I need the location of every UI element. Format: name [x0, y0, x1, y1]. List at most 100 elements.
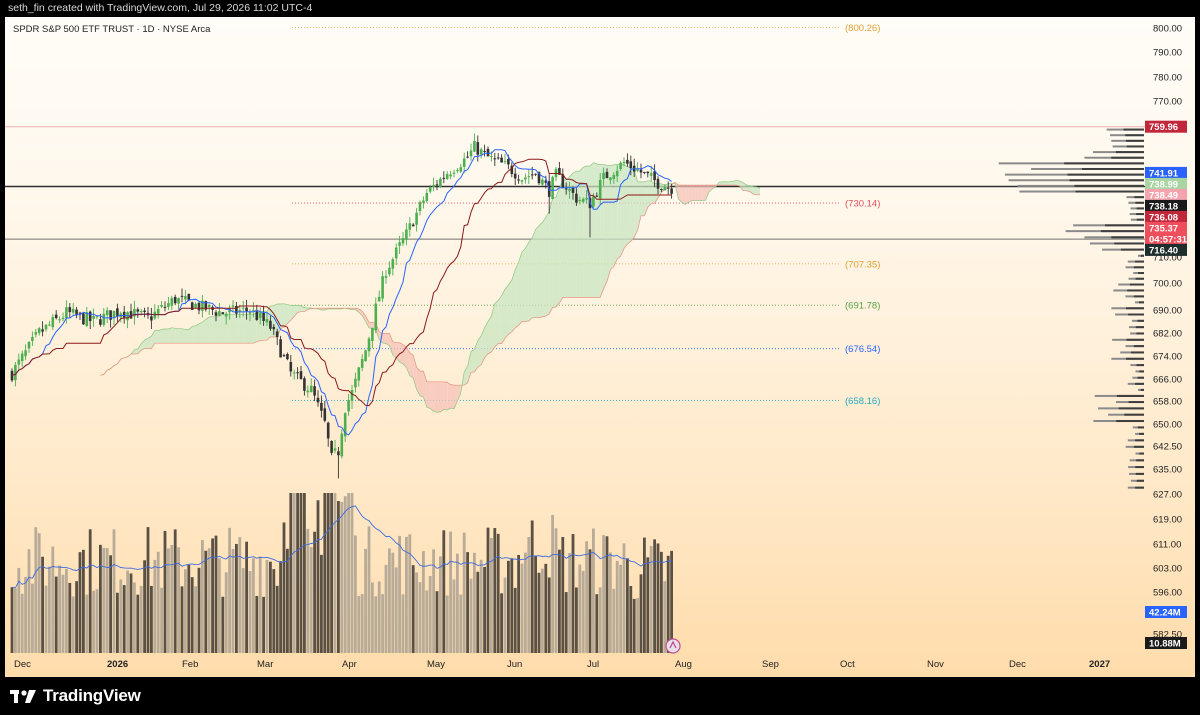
- volume-bar: [449, 531, 452, 653]
- candle-body: [592, 196, 595, 207]
- time-tick-label: Sep: [762, 659, 779, 670]
- cloud-segment: [579, 167, 584, 298]
- profile-bar-dark: [1133, 345, 1144, 348]
- cloud-segment: [477, 336, 482, 367]
- candle-body: [517, 179, 520, 181]
- profile-bar-dark: [1120, 248, 1144, 251]
- candle-body: [105, 310, 109, 316]
- price-tick-label: 666.00: [1153, 375, 1182, 386]
- volume-bar: [99, 544, 102, 653]
- price-tick-label: 800.00: [1153, 24, 1182, 35]
- candle-body: [139, 310, 143, 313]
- price-tick-label: 780.00: [1153, 73, 1182, 84]
- candle-body: [289, 361, 293, 372]
- profile-bar-dark: [1136, 459, 1144, 462]
- profile-bar-dark: [1105, 224, 1144, 227]
- profile-bar-dark: [1135, 201, 1144, 204]
- volume-bar: [394, 567, 398, 653]
- candle-body: [313, 386, 316, 396]
- candle-body: [282, 355, 286, 357]
- volume-bar: [462, 532, 466, 653]
- candle-body: [476, 142, 480, 155]
- level-label: (658.16): [845, 396, 880, 407]
- volume-bar: [289, 493, 293, 653]
- candle-body: [218, 311, 221, 316]
- volume-bar: [513, 587, 517, 653]
- volume-bar: [163, 530, 167, 653]
- volume-bar: [109, 555, 112, 653]
- candle-body: [262, 312, 265, 321]
- candle-body: [112, 310, 116, 318]
- candle-body: [48, 324, 51, 326]
- chart-area[interactable]: (800.26) (730.14) (707.35) (691.78) (676.54)…: [5, 17, 1195, 677]
- price-badge: 738.49: [1145, 188, 1187, 201]
- volume-bar: [153, 559, 157, 653]
- candle-body: [360, 358, 364, 368]
- footer-bar: TradingView: [0, 677, 1200, 715]
- profile-bar-dark: [1135, 326, 1144, 329]
- candle-body: [534, 173, 537, 175]
- cloud-segment: [433, 381, 437, 413]
- cloud-segment: [607, 165, 611, 282]
- volume-bar: [34, 527, 38, 653]
- volume-bar: [575, 587, 578, 653]
- cloud-segment: [545, 211, 550, 317]
- cloud-segment: [498, 295, 502, 344]
- cloud-segment: [471, 349, 475, 373]
- chart-svg[interactable]: (800.26) (730.14) (707.35) (691.78) (676.54)…: [5, 17, 1195, 677]
- volume-bar: [129, 573, 133, 653]
- volume-bar: [554, 528, 558, 653]
- cloud-segment: [222, 314, 227, 344]
- candle-body: [656, 178, 660, 189]
- volume-bar: [425, 590, 429, 653]
- volume-bar: [384, 564, 388, 653]
- candle-body: [653, 171, 656, 181]
- cloud-segment: [698, 185, 703, 201]
- volume-bar: [469, 578, 473, 653]
- time-tick-label: Aug: [675, 659, 692, 670]
- volume-bar: [14, 588, 17, 653]
- volume-bar: [92, 590, 95, 653]
- volume-bar: [541, 568, 544, 653]
- volume-bar: [374, 596, 378, 653]
- price-badge: 738.99: [1145, 177, 1187, 190]
- price-badge-label: 42.24M: [1149, 608, 1181, 619]
- volume-bar: [309, 547, 313, 653]
- profile-bar-dark: [1111, 156, 1144, 159]
- cloud-segment: [566, 176, 570, 298]
- volume-bar: [211, 538, 214, 653]
- candle-body: [167, 303, 170, 307]
- volume-bar: [320, 554, 323, 653]
- volume-bar: [88, 529, 92, 653]
- candle-body: [377, 296, 381, 302]
- candle-body: [92, 315, 95, 319]
- profile-bar-dark: [1123, 128, 1144, 131]
- price-badge: 741.91: [1145, 166, 1187, 179]
- candle-body: [428, 187, 432, 192]
- profile-bar-dark: [1064, 162, 1144, 165]
- cloud-segment: [420, 371, 424, 397]
- volume-bar: [136, 594, 140, 653]
- candle-body: [629, 161, 633, 169]
- volume-bar: [272, 569, 276, 653]
- candle-body: [34, 332, 38, 335]
- candle-body: [85, 312, 89, 326]
- cloud-segment: [443, 381, 448, 411]
- volume-bar: [632, 598, 636, 653]
- candle-body: [452, 172, 456, 174]
- volume-bar: [296, 493, 299, 653]
- volume-bar: [10, 587, 14, 653]
- candle-body: [309, 385, 313, 393]
- profile-bar-dark: [1118, 407, 1144, 410]
- volume-bar: [605, 536, 609, 653]
- candle-body: [422, 200, 425, 203]
- tradingview-logo[interactable]: TradingView: [9, 685, 141, 707]
- candle-body: [415, 212, 418, 225]
- candle-body: [660, 189, 663, 191]
- candle-body: [364, 350, 367, 362]
- candle-body: [306, 390, 310, 393]
- candle-body: [350, 389, 354, 401]
- candle-body: [58, 319, 61, 321]
- price-axis[interactable]: [1145, 17, 1195, 677]
- candle-body: [337, 451, 340, 456]
